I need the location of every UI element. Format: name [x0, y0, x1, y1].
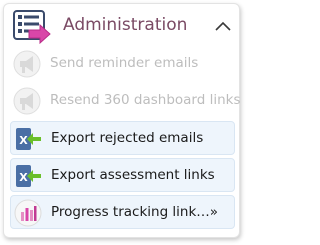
menu-item-label: Export rejected emails	[51, 130, 204, 146]
list-arrow-icon	[13, 10, 51, 44]
svg-text:X: X	[19, 171, 28, 184]
panel-header[interactable]: Administration	[4, 4, 239, 44]
menu-item-label: Resend 360 dashboard links	[50, 92, 241, 108]
megaphone-icon	[13, 87, 41, 115]
svg-text:X: X	[19, 134, 28, 147]
export-assessment-links-item[interactable]: X Export assessment links	[10, 158, 235, 192]
megaphone-icon	[13, 50, 41, 78]
administration-panel: Administration Send reminder emails Rese…	[3, 3, 241, 238]
bar-chart-icon	[14, 199, 42, 227]
header-title: Administration	[63, 15, 188, 35]
excel-export-icon: X	[16, 128, 41, 150]
menu-item-label: Progress tracking link…»	[51, 204, 219, 220]
excel-export-icon: X	[16, 165, 41, 187]
resend-360-dashboard-links-item: Resend 360 dashboard links	[10, 84, 241, 118]
progress-tracking-link-item[interactable]: Progress tracking link…»	[10, 195, 235, 229]
menu-item-label: Export assessment links	[51, 167, 215, 183]
send-reminder-emails-item: Send reminder emails	[10, 47, 235, 81]
menu-item-label: Send reminder emails	[50, 55, 199, 71]
chevron-up-icon[interactable]	[215, 21, 231, 31]
export-rejected-emails-item[interactable]: X Export rejected emails	[10, 121, 235, 155]
